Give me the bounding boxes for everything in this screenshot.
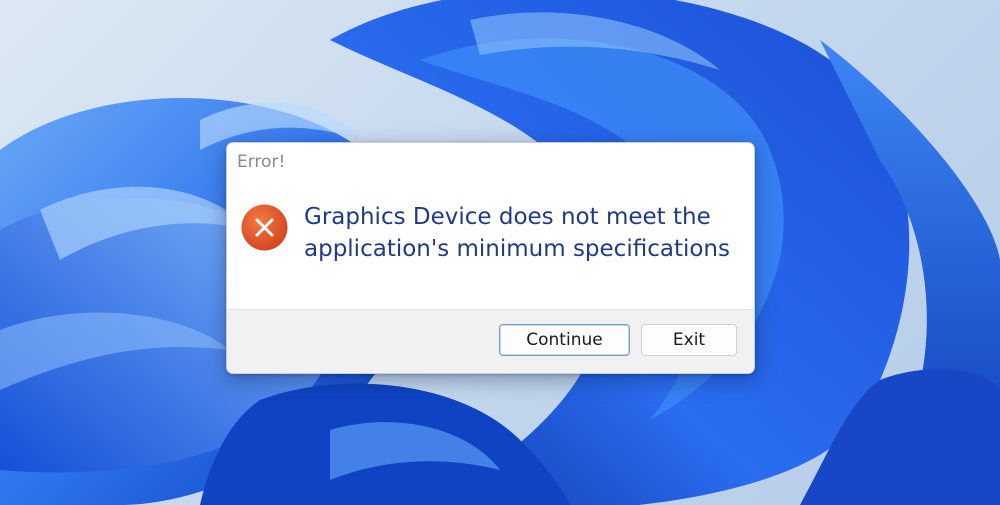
error-message: Graphics Device does not meet the applic… [304, 204, 730, 262]
continue-button[interactable]: Continue [499, 324, 630, 356]
dialog-button-bar: Continue Exit [227, 309, 754, 373]
error-icon [241, 204, 288, 251]
error-dialog: Error! Graphics Device does not meet the… [226, 142, 755, 374]
dialog-title: Error! [237, 152, 286, 172]
desktop: Error! Graphics Device does not meet the… [0, 0, 1000, 505]
exit-button[interactable]: Exit [641, 324, 737, 356]
